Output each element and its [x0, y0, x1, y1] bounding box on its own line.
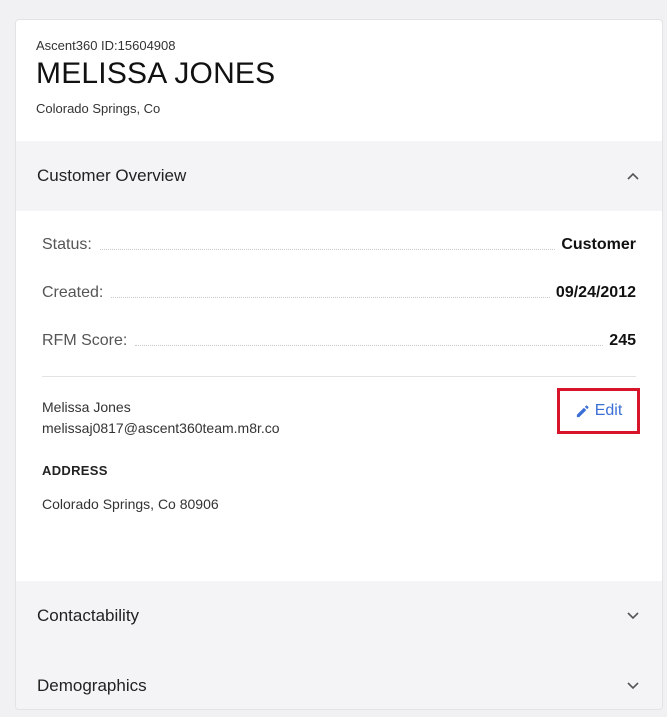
stat-label: Created:: [42, 284, 104, 301]
address-label: ADDRESS: [42, 463, 108, 478]
section-title: Demographics: [37, 676, 147, 695]
section-demographics[interactable]: Demographics: [16, 651, 662, 709]
contact-name: Melissa Jones: [42, 399, 131, 415]
stat-value: 09/24/2012: [555, 284, 636, 301]
chevron-up-icon[interactable]: [626, 169, 640, 183]
stat-value: 245: [609, 332, 636, 349]
section-contactability[interactable]: Contactability: [16, 581, 662, 651]
stat-value: Customer: [561, 236, 636, 253]
stat-label: RFM Score:: [42, 332, 128, 349]
stat-row-created: Created: 09/24/2012: [42, 255, 636, 303]
customer-header: Ascent360 ID:15604908 MELISSA JONES Colo…: [16, 20, 662, 141]
customer-id: Ascent360 ID:15604908: [36, 38, 176, 53]
pencil-icon: [575, 404, 590, 419]
dotted-leader: [99, 249, 556, 250]
contact-email: melissaj0817@ascent360team.m8r.co: [42, 420, 280, 436]
contact-info: Melissa Jones melissaj0817@ascent360team…: [42, 377, 640, 439]
section-customer-overview[interactable]: Customer Overview: [16, 141, 662, 211]
customer-card: Ascent360 ID:15604908 MELISSA JONES Colo…: [15, 19, 663, 710]
stat-row-rfm-score: RFM Score: 245: [42, 303, 636, 351]
section-title: Contactability: [37, 606, 140, 625]
chevron-down-icon[interactable]: [626, 609, 640, 623]
customer-overview-panel: Status: Customer Created: 09/24/2012 RFM…: [16, 221, 662, 581]
chevron-down-icon[interactable]: [626, 679, 640, 693]
stat-label: Status:: [42, 236, 92, 253]
customer-location: Colorado Springs, Co: [36, 101, 161, 116]
edit-button[interactable]: Edit: [557, 388, 640, 434]
customer-name: MELISSA JONES: [36, 57, 276, 90]
dotted-leader: [111, 297, 550, 298]
dotted-leader: [135, 345, 604, 346]
stat-row-status: Status: Customer: [42, 221, 636, 255]
section-title: Customer Overview: [37, 166, 187, 185]
address-value: Colorado Springs, Co 80906: [42, 496, 219, 512]
edit-label: Edit: [594, 402, 623, 419]
